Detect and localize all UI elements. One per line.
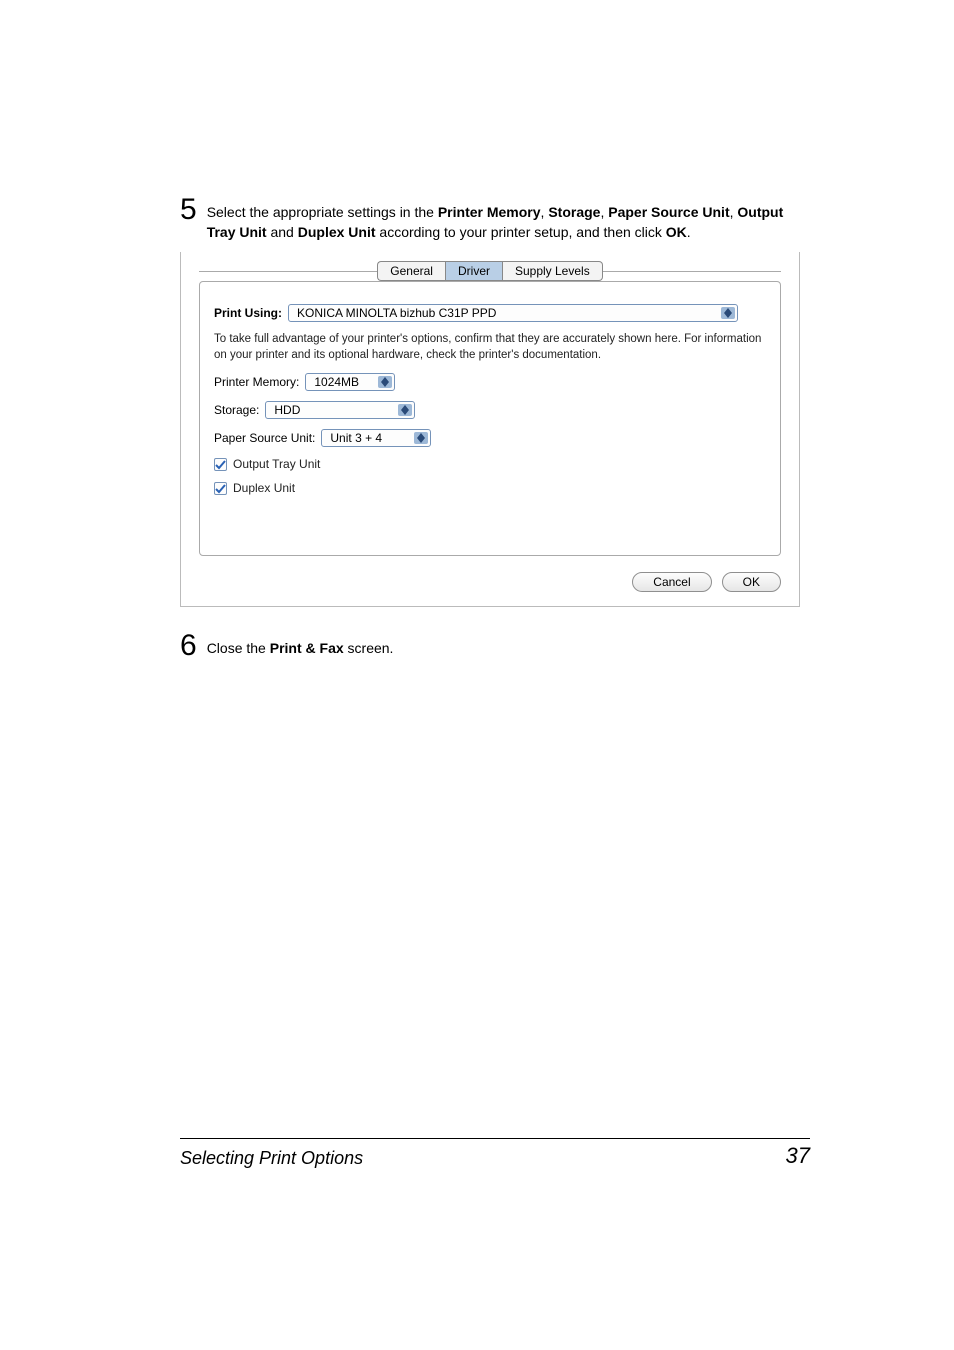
duplex-checkbox[interactable]: [214, 482, 227, 495]
footer-page-number: 37: [786, 1143, 810, 1169]
dialog-buttons: Cancel OK: [199, 572, 781, 592]
b: Paper Source Unit: [608, 204, 729, 220]
print-using-select[interactable]: KONICA MINOLTA bizhub C31P PPD: [288, 304, 738, 322]
printer-memory-select[interactable]: 1024MB: [305, 373, 395, 391]
dialog-frame: Print Using: KONICA MINOLTA bizhub C31P …: [199, 281, 781, 556]
tab-driver[interactable]: Driver: [445, 261, 503, 281]
check-icon: [215, 483, 226, 494]
print-using-value: KONICA MINOLTA bizhub C31P PPD: [297, 306, 496, 320]
step-5-text: Select the appropriate settings in the P…: [207, 195, 800, 242]
print-using-row: Print Using: KONICA MINOLTA bizhub C31P …: [214, 304, 766, 322]
storage-select[interactable]: HDD: [265, 401, 415, 419]
t: Select the appropriate settings in the: [207, 204, 438, 220]
output-tray-row: Output Tray Unit: [214, 457, 766, 471]
b: OK: [666, 224, 687, 240]
ok-button[interactable]: OK: [722, 572, 781, 592]
printer-memory-row: Printer Memory: 1024MB: [214, 373, 766, 391]
driver-dialog: General Driver Supply Levels Print Using…: [180, 252, 800, 607]
step-6-number: 6: [180, 631, 197, 661]
b: Printer Memory: [438, 204, 541, 220]
print-using-label: Print Using:: [214, 306, 288, 320]
paper-source-row: Paper Source Unit: Unit 3 + 4: [214, 429, 766, 447]
b: Storage: [548, 204, 600, 220]
step-6-text: Close the Print & Fax screen.: [207, 631, 394, 659]
stepper-icon: [378, 376, 392, 388]
check-icon: [215, 459, 226, 470]
t: Close the: [207, 640, 270, 656]
duplex-row: Duplex Unit: [214, 481, 766, 495]
instructions-text: To take full advantage of your printer's…: [214, 332, 766, 363]
storage-value: HDD: [274, 403, 300, 417]
stepper-icon: [414, 432, 428, 444]
paper-source-value: Unit 3 + 4: [330, 431, 382, 445]
printer-memory-label: Printer Memory:: [214, 375, 305, 389]
stepper-icon: [398, 404, 412, 416]
step-5: 5 Select the appropriate settings in the…: [180, 195, 800, 242]
paper-source-select[interactable]: Unit 3 + 4: [321, 429, 431, 447]
duplex-label: Duplex Unit: [233, 481, 295, 495]
output-tray-checkbox[interactable]: [214, 458, 227, 471]
output-tray-label: Output Tray Unit: [233, 457, 320, 471]
cancel-button[interactable]: Cancel: [632, 572, 711, 592]
step-6: 6 Close the Print & Fax screen.: [180, 631, 800, 661]
step-5-number: 5: [180, 195, 197, 225]
t: and: [267, 224, 298, 240]
stepper-icon: [721, 307, 735, 319]
t: .: [687, 224, 691, 240]
tab-bar: General Driver Supply Levels: [199, 260, 781, 282]
tab-group: General Driver Supply Levels: [377, 261, 602, 281]
t: screen.: [344, 640, 394, 656]
b: Duplex Unit: [298, 224, 376, 240]
tab-general[interactable]: General: [377, 261, 445, 281]
footer-title: Selecting Print Options: [180, 1148, 363, 1169]
printer-memory-value: 1024MB: [314, 375, 359, 389]
paper-source-label: Paper Source Unit:: [214, 431, 321, 445]
storage-row: Storage: HDD: [214, 401, 766, 419]
tab-supply-levels[interactable]: Supply Levels: [503, 261, 603, 281]
page-footer: Selecting Print Options 37: [180, 1138, 810, 1169]
t: according to your printer setup, and the…: [376, 224, 666, 240]
b: Print & Fax: [270, 640, 344, 656]
storage-label: Storage:: [214, 403, 265, 417]
